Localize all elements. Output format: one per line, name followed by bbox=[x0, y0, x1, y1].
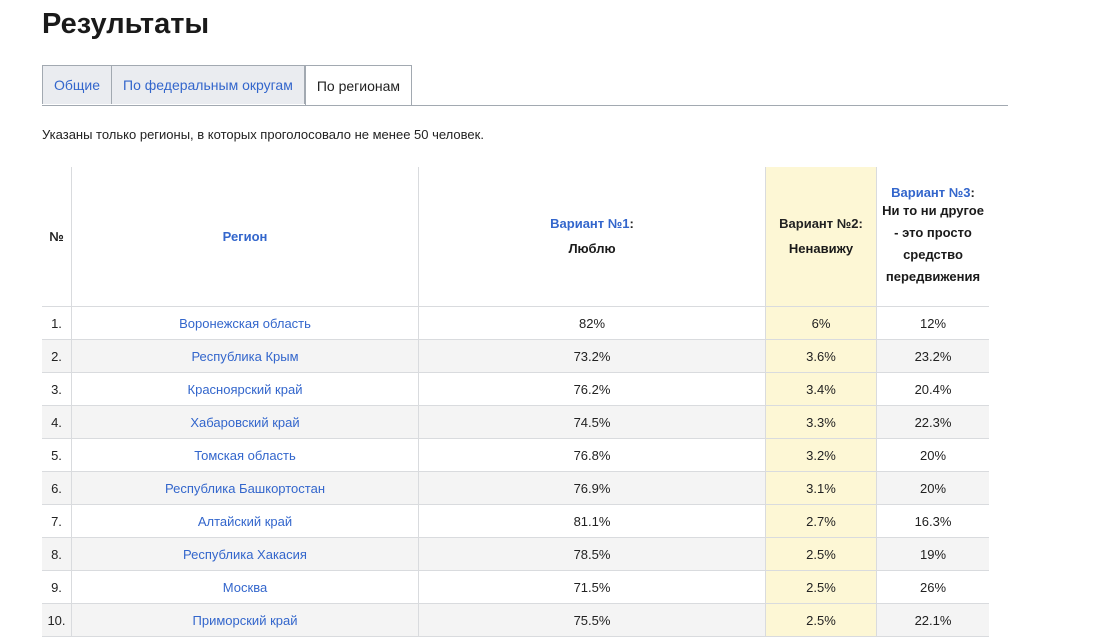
region-link[interactable]: Республика Крым bbox=[191, 349, 298, 364]
row-region: Республика Башкортостан bbox=[71, 471, 419, 505]
row-region: Томская область bbox=[71, 438, 419, 472]
table-row: 9. Москва 71.5% 2.5% 26% bbox=[42, 570, 989, 604]
row-region: Алтайский край bbox=[71, 504, 419, 538]
header-variant-3-label: Ни то ни другое - это просто средство пе… bbox=[882, 203, 984, 284]
header-variant-2: Вариант №2: Ненавижу bbox=[765, 167, 877, 307]
row-variant-3: 19% bbox=[876, 537, 989, 571]
results-table: № Регион Вариант №1: Люблю Вариант №2: Н… bbox=[42, 167, 989, 637]
tab-general[interactable]: Общие bbox=[42, 65, 112, 104]
row-number: 4. bbox=[42, 405, 72, 439]
row-variant-2: 2.7% bbox=[765, 504, 877, 538]
row-region: Хабаровский край bbox=[71, 405, 419, 439]
table-row: 8. Республика Хакасия 78.5% 2.5% 19% bbox=[42, 537, 989, 571]
region-link[interactable]: Приморский край bbox=[193, 613, 298, 628]
header-variant-3-colon: : bbox=[970, 185, 975, 200]
row-variant-3: 20% bbox=[876, 438, 989, 472]
row-variant-3: 26% bbox=[876, 570, 989, 604]
row-variant-1: 78.5% bbox=[418, 537, 766, 571]
header-variant-1: Вариант №1: Люблю bbox=[418, 167, 766, 307]
row-variant-2: 2.5% bbox=[765, 537, 877, 571]
header-variant-3-link[interactable]: Вариант №3 bbox=[891, 185, 970, 200]
header-region-link[interactable]: Регион bbox=[223, 229, 268, 244]
row-variant-1: 74.5% bbox=[418, 405, 766, 439]
row-number: 2. bbox=[42, 339, 72, 373]
header-variant-2-label: Ненавижу bbox=[788, 241, 854, 256]
row-variant-2: 6% bbox=[765, 306, 877, 340]
row-variant-1: 76.9% bbox=[418, 471, 766, 505]
region-link[interactable]: Алтайский край bbox=[198, 514, 292, 529]
row-region: Красноярский край bbox=[71, 372, 419, 406]
table-row: 7. Алтайский край 81.1% 2.7% 16.3% bbox=[42, 504, 989, 538]
tab-regions[interactable]: По регионам bbox=[304, 65, 413, 106]
table-row: 10. Приморский край 75.5% 2.5% 22.1% bbox=[42, 603, 989, 637]
row-variant-1: 76.2% bbox=[418, 372, 766, 406]
row-variant-2: 3.1% bbox=[765, 471, 877, 505]
table-header-row: № Регион Вариант №1: Люблю Вариант №2: Н… bbox=[42, 167, 989, 307]
region-link[interactable]: Республика Башкортостан bbox=[165, 481, 325, 496]
header-variant-2-title: Вариант №2 bbox=[779, 216, 859, 231]
row-region: Приморский край bbox=[71, 603, 419, 637]
row-number: 9. bbox=[42, 570, 72, 604]
table-row: 6. Республика Башкортостан 76.9% 3.1% 20… bbox=[42, 471, 989, 505]
header-region[interactable]: Регион bbox=[71, 167, 419, 307]
table-row: 5. Томская область 76.8% 3.2% 20% bbox=[42, 438, 989, 472]
row-variant-3: 20.4% bbox=[876, 372, 989, 406]
region-link[interactable]: Томская область bbox=[194, 448, 296, 463]
row-variant-2: 2.5% bbox=[765, 603, 877, 637]
row-region: Республика Крым bbox=[71, 339, 419, 373]
row-variant-2: 3.2% bbox=[765, 438, 877, 472]
row-number: 3. bbox=[42, 372, 72, 406]
row-variant-3: 16.3% bbox=[876, 504, 989, 538]
row-variant-2: 3.3% bbox=[765, 405, 877, 439]
row-variant-3: 20% bbox=[876, 471, 989, 505]
row-variant-1: 81.1% bbox=[418, 504, 766, 538]
region-link[interactable]: Республика Хакасия bbox=[183, 547, 307, 562]
filter-note: Указаны только регионы, в которых прогол… bbox=[42, 127, 484, 142]
header-variant-1-label: Люблю bbox=[568, 241, 616, 256]
row-variant-1: 76.8% bbox=[418, 438, 766, 472]
page-title: Результаты bbox=[42, 8, 210, 40]
header-variant-1-link[interactable]: Вариант №1 bbox=[550, 216, 629, 231]
row-variant-3: 23.2% bbox=[876, 339, 989, 373]
region-link[interactable]: Москва bbox=[223, 580, 267, 595]
tab-federal-districts[interactable]: По федеральным округам bbox=[111, 65, 305, 104]
region-link[interactable]: Красноярский край bbox=[188, 382, 303, 397]
table-row: 4. Хабаровский край 74.5% 3.3% 22.3% bbox=[42, 405, 989, 439]
row-number: 1. bbox=[42, 306, 72, 340]
row-number: 6. bbox=[42, 471, 72, 505]
row-variant-3: 12% bbox=[876, 306, 989, 340]
row-variant-3: 22.3% bbox=[876, 405, 989, 439]
row-variant-1: 71.5% bbox=[418, 570, 766, 604]
row-variant-1: 73.2% bbox=[418, 339, 766, 373]
row-variant-2: 3.4% bbox=[765, 372, 877, 406]
header-variant-1-colon: : bbox=[629, 216, 634, 231]
row-region: Воронежская область bbox=[71, 306, 419, 340]
row-number: 8. bbox=[42, 537, 72, 571]
table-row: 3. Красноярский край 76.2% 3.4% 20.4% bbox=[42, 372, 989, 406]
row-region: Москва bbox=[71, 570, 419, 604]
table-row: 2. Республика Крым 73.2% 3.6% 23.2% bbox=[42, 339, 989, 373]
header-variant-3: Вариант №3: Ни то ни другое - это просто… bbox=[876, 167, 989, 307]
row-variant-1: 75.5% bbox=[418, 603, 766, 637]
header-variant-2-colon: : bbox=[858, 216, 863, 231]
region-link[interactable]: Воронежская область bbox=[179, 316, 311, 331]
row-number: 5. bbox=[42, 438, 72, 472]
row-variant-3: 22.1% bbox=[876, 603, 989, 637]
region-link[interactable]: Хабаровский край bbox=[190, 415, 299, 430]
row-variant-2: 3.6% bbox=[765, 339, 877, 373]
table-row: 1. Воронежская область 82% 6% 12% bbox=[42, 306, 989, 340]
row-region: Республика Хакасия bbox=[71, 537, 419, 571]
header-number: № bbox=[42, 167, 72, 307]
row-variant-1: 82% bbox=[418, 306, 766, 340]
row-variant-2: 2.5% bbox=[765, 570, 877, 604]
row-number: 7. bbox=[42, 504, 72, 538]
tab-bar: Общие По федеральным округам По регионам bbox=[42, 65, 1008, 106]
row-number: 10. bbox=[42, 603, 72, 637]
